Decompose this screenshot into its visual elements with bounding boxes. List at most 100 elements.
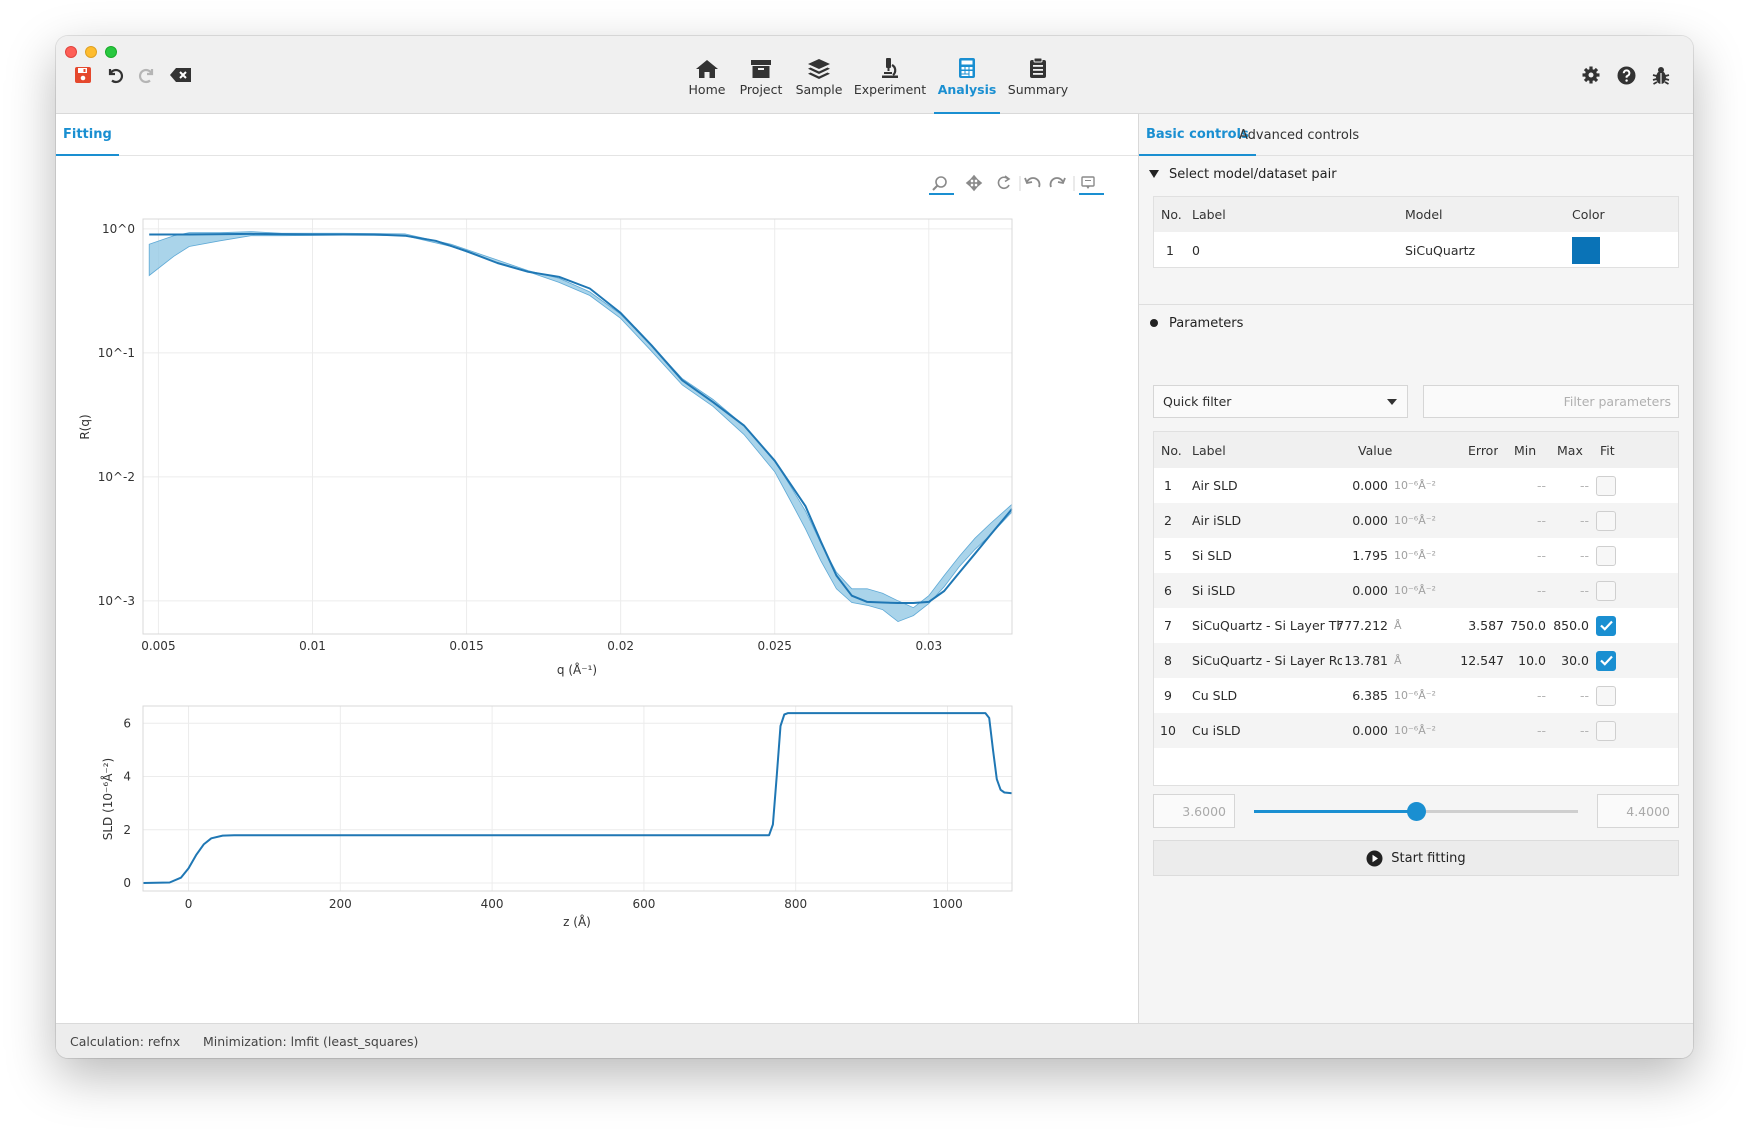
- archive-icon: [750, 55, 772, 79]
- divider: [1139, 304, 1693, 305]
- parameter-row[interactable]: 10 Cu iSLD 0.000 10⁻⁶Å⁻² -- --: [1154, 713, 1678, 748]
- slider-max-field[interactable]: 4.4000: [1597, 794, 1679, 828]
- sld-profile-line: [142, 712, 1013, 884]
- check-icon: [1599, 620, 1613, 631]
- x-tick-label: 0.015: [449, 639, 483, 653]
- parameter-row[interactable]: 1 Air SLD 0.000 10⁻⁶Å⁻² -- --: [1154, 468, 1678, 503]
- y-tick-label: 10^-1: [98, 346, 135, 360]
- help-icon[interactable]: [1613, 63, 1639, 87]
- parameter-row[interactable]: 6 Si iSLD 0.000 10⁻⁶Å⁻² -- --: [1154, 573, 1678, 608]
- reflectivity-plot-frame: [142, 218, 1013, 635]
- parameter-unit: 10⁻⁶Å⁻²: [1394, 584, 1436, 597]
- bug-icon[interactable]: [1648, 63, 1674, 87]
- parameter-row[interactable]: 9 Cu SLD 6.385 10⁻⁶Å⁻² -- --: [1154, 678, 1678, 713]
- nav-summary[interactable]: Summary: [1008, 55, 1068, 114]
- slider-fill: [1254, 810, 1416, 813]
- value-slider[interactable]: [1254, 802, 1578, 821]
- parameter-unit: 10⁻⁶Å⁻²: [1394, 689, 1436, 702]
- main-toolbar: Home Project Sample Experiment Analysis …: [56, 36, 1693, 114]
- parameter-row[interactable]: 2 Air iSLD 0.000 10⁻⁶Å⁻² -- --: [1154, 503, 1678, 538]
- x-tick-label: 0.01: [299, 639, 326, 653]
- parameter-unit: 10⁻⁶Å⁻²: [1394, 724, 1436, 737]
- minimize-window-button[interactable]: [85, 46, 97, 58]
- parameter-row[interactable]: 7SiCuQuartz - Si Layer Thi...777.212Å3.5…: [1154, 608, 1678, 643]
- x-tick-label: 0.02: [607, 639, 634, 653]
- x-tick-label: 0.005: [141, 639, 175, 653]
- clipboard-icon: [1029, 55, 1047, 79]
- x-tick-label: 0.025: [758, 639, 792, 653]
- nav-project[interactable]: Project: [735, 55, 787, 114]
- fit-checkbox[interactable]: [1596, 580, 1616, 601]
- fit-checkbox[interactable]: [1596, 650, 1616, 671]
- clear-icon[interactable]: [166, 63, 196, 87]
- slider-min-field[interactable]: 3.6000: [1153, 794, 1235, 828]
- fit-checkbox[interactable]: [1596, 685, 1616, 706]
- model-table-header: No. Label Model Color: [1154, 197, 1678, 232]
- controls-pane: Basic controls Advanced controls Select …: [1139, 114, 1693, 1023]
- reflectivity-y-axis-label: R(q): [78, 414, 92, 439]
- minimization-status: Minimization: lmfit (least_squares): [203, 1034, 419, 1049]
- fit-checkbox[interactable]: [1596, 545, 1616, 566]
- parameter-value[interactable]: 1.795: [1314, 538, 1388, 573]
- reflectivity-x-axis-label: q (Å⁻¹): [557, 662, 597, 677]
- x-tick-label: 400: [481, 897, 504, 911]
- parameter-value[interactable]: 0.000: [1314, 468, 1388, 503]
- parameter-unit: 10⁻⁶Å⁻²: [1394, 549, 1436, 562]
- save-icon[interactable]: [70, 63, 96, 87]
- sld-plot-frame: [142, 705, 1013, 892]
- triangle-down-icon: [1149, 169, 1159, 178]
- parameter-row[interactable]: 8SiCuQuartz - Si Layer Rou...13.781Å12.5…: [1154, 643, 1678, 678]
- y-tick-label: 10^-2: [98, 470, 135, 484]
- model-section-header[interactable]: Select model/dataset pair: [1149, 164, 1337, 184]
- redo-icon[interactable]: [134, 63, 160, 87]
- zoom-window-button[interactable]: [105, 46, 117, 58]
- parameter-unit: Å: [1394, 654, 1402, 667]
- parameter-value[interactable]: 0.000: [1314, 713, 1388, 748]
- y-tick-label: 4: [123, 770, 131, 784]
- nav-sample[interactable]: Sample: [794, 55, 844, 114]
- y-tick-label: 10^-3: [98, 594, 135, 608]
- y-tick-label: 2: [123, 823, 131, 837]
- parameter-value[interactable]: 777.212: [1314, 608, 1388, 643]
- parameter-row[interactable]: 5 Si SLD 1.795 10⁻⁶Å⁻² -- --: [1154, 538, 1678, 573]
- model-color-swatch[interactable]: [1572, 236, 1600, 264]
- fit-checkbox[interactable]: [1596, 720, 1616, 741]
- sld-y-axis-label: SLD (10⁻⁶Å⁻²): [100, 758, 115, 841]
- parameter-unit: Å: [1394, 619, 1402, 632]
- close-window-button[interactable]: [65, 46, 77, 58]
- parameter-value[interactable]: 13.781: [1314, 643, 1388, 678]
- nav-analysis[interactable]: Analysis: [934, 55, 1000, 114]
- bullet-icon: [1150, 319, 1158, 327]
- microscope-icon: [879, 55, 901, 79]
- model-table: No. Label Model Color 1 0 SiCuQuartz: [1153, 196, 1679, 268]
- quick-filter-select[interactable]: Quick filter: [1153, 385, 1408, 418]
- confidence-band: [148, 231, 1013, 623]
- parameter-value[interactable]: 0.000: [1314, 573, 1388, 608]
- nav-home[interactable]: Home: [683, 55, 731, 114]
- x-tick-label: 0: [185, 897, 193, 911]
- slider-handle[interactable]: [1407, 802, 1426, 821]
- fit-checkbox[interactable]: [1596, 510, 1616, 531]
- model-table-row[interactable]: 1 0 SiCuQuartz: [1154, 232, 1678, 268]
- filter-parameters-input[interactable]: [1423, 385, 1679, 418]
- plot-pane: Fitting 0.005 0.01 0.015 0.02 0.025 0.03 10^0 1…: [56, 114, 1139, 1023]
- check-icon: [1599, 655, 1613, 666]
- reflectivity-chart[interactable]: 0.005 0.01 0.015 0.02 0.025 0.03 10^0 10^-1 10^-…: [56, 114, 1139, 1023]
- x-tick-label: 800: [784, 897, 807, 911]
- y-tick-label: 10^0: [102, 222, 135, 236]
- play-icon: [1366, 850, 1383, 866]
- parameter-value[interactable]: 6.385: [1314, 678, 1388, 713]
- fit-checkbox[interactable]: [1596, 615, 1616, 636]
- undo-icon[interactable]: [102, 63, 128, 87]
- home-icon: [695, 55, 719, 79]
- parameters-table: No. Label Value Error Min Max Fit 1 Air S…: [1153, 431, 1679, 786]
- parameter-unit: 10⁻⁶Å⁻²: [1394, 479, 1436, 492]
- tab-advanced-controls[interactable]: Advanced controls: [1232, 114, 1366, 156]
- start-fitting-button[interactable]: Start fitting: [1153, 840, 1679, 876]
- fit-checkbox[interactable]: [1596, 475, 1616, 496]
- nav-experiment[interactable]: Experiment: [854, 55, 926, 114]
- status-bar: Calculation: refnx Minimization: lmfit (…: [56, 1023, 1693, 1058]
- gear-icon[interactable]: [1578, 63, 1604, 87]
- parameter-value[interactable]: 0.000: [1314, 503, 1388, 538]
- parameters-section-header[interactable]: Parameters: [1149, 313, 1243, 333]
